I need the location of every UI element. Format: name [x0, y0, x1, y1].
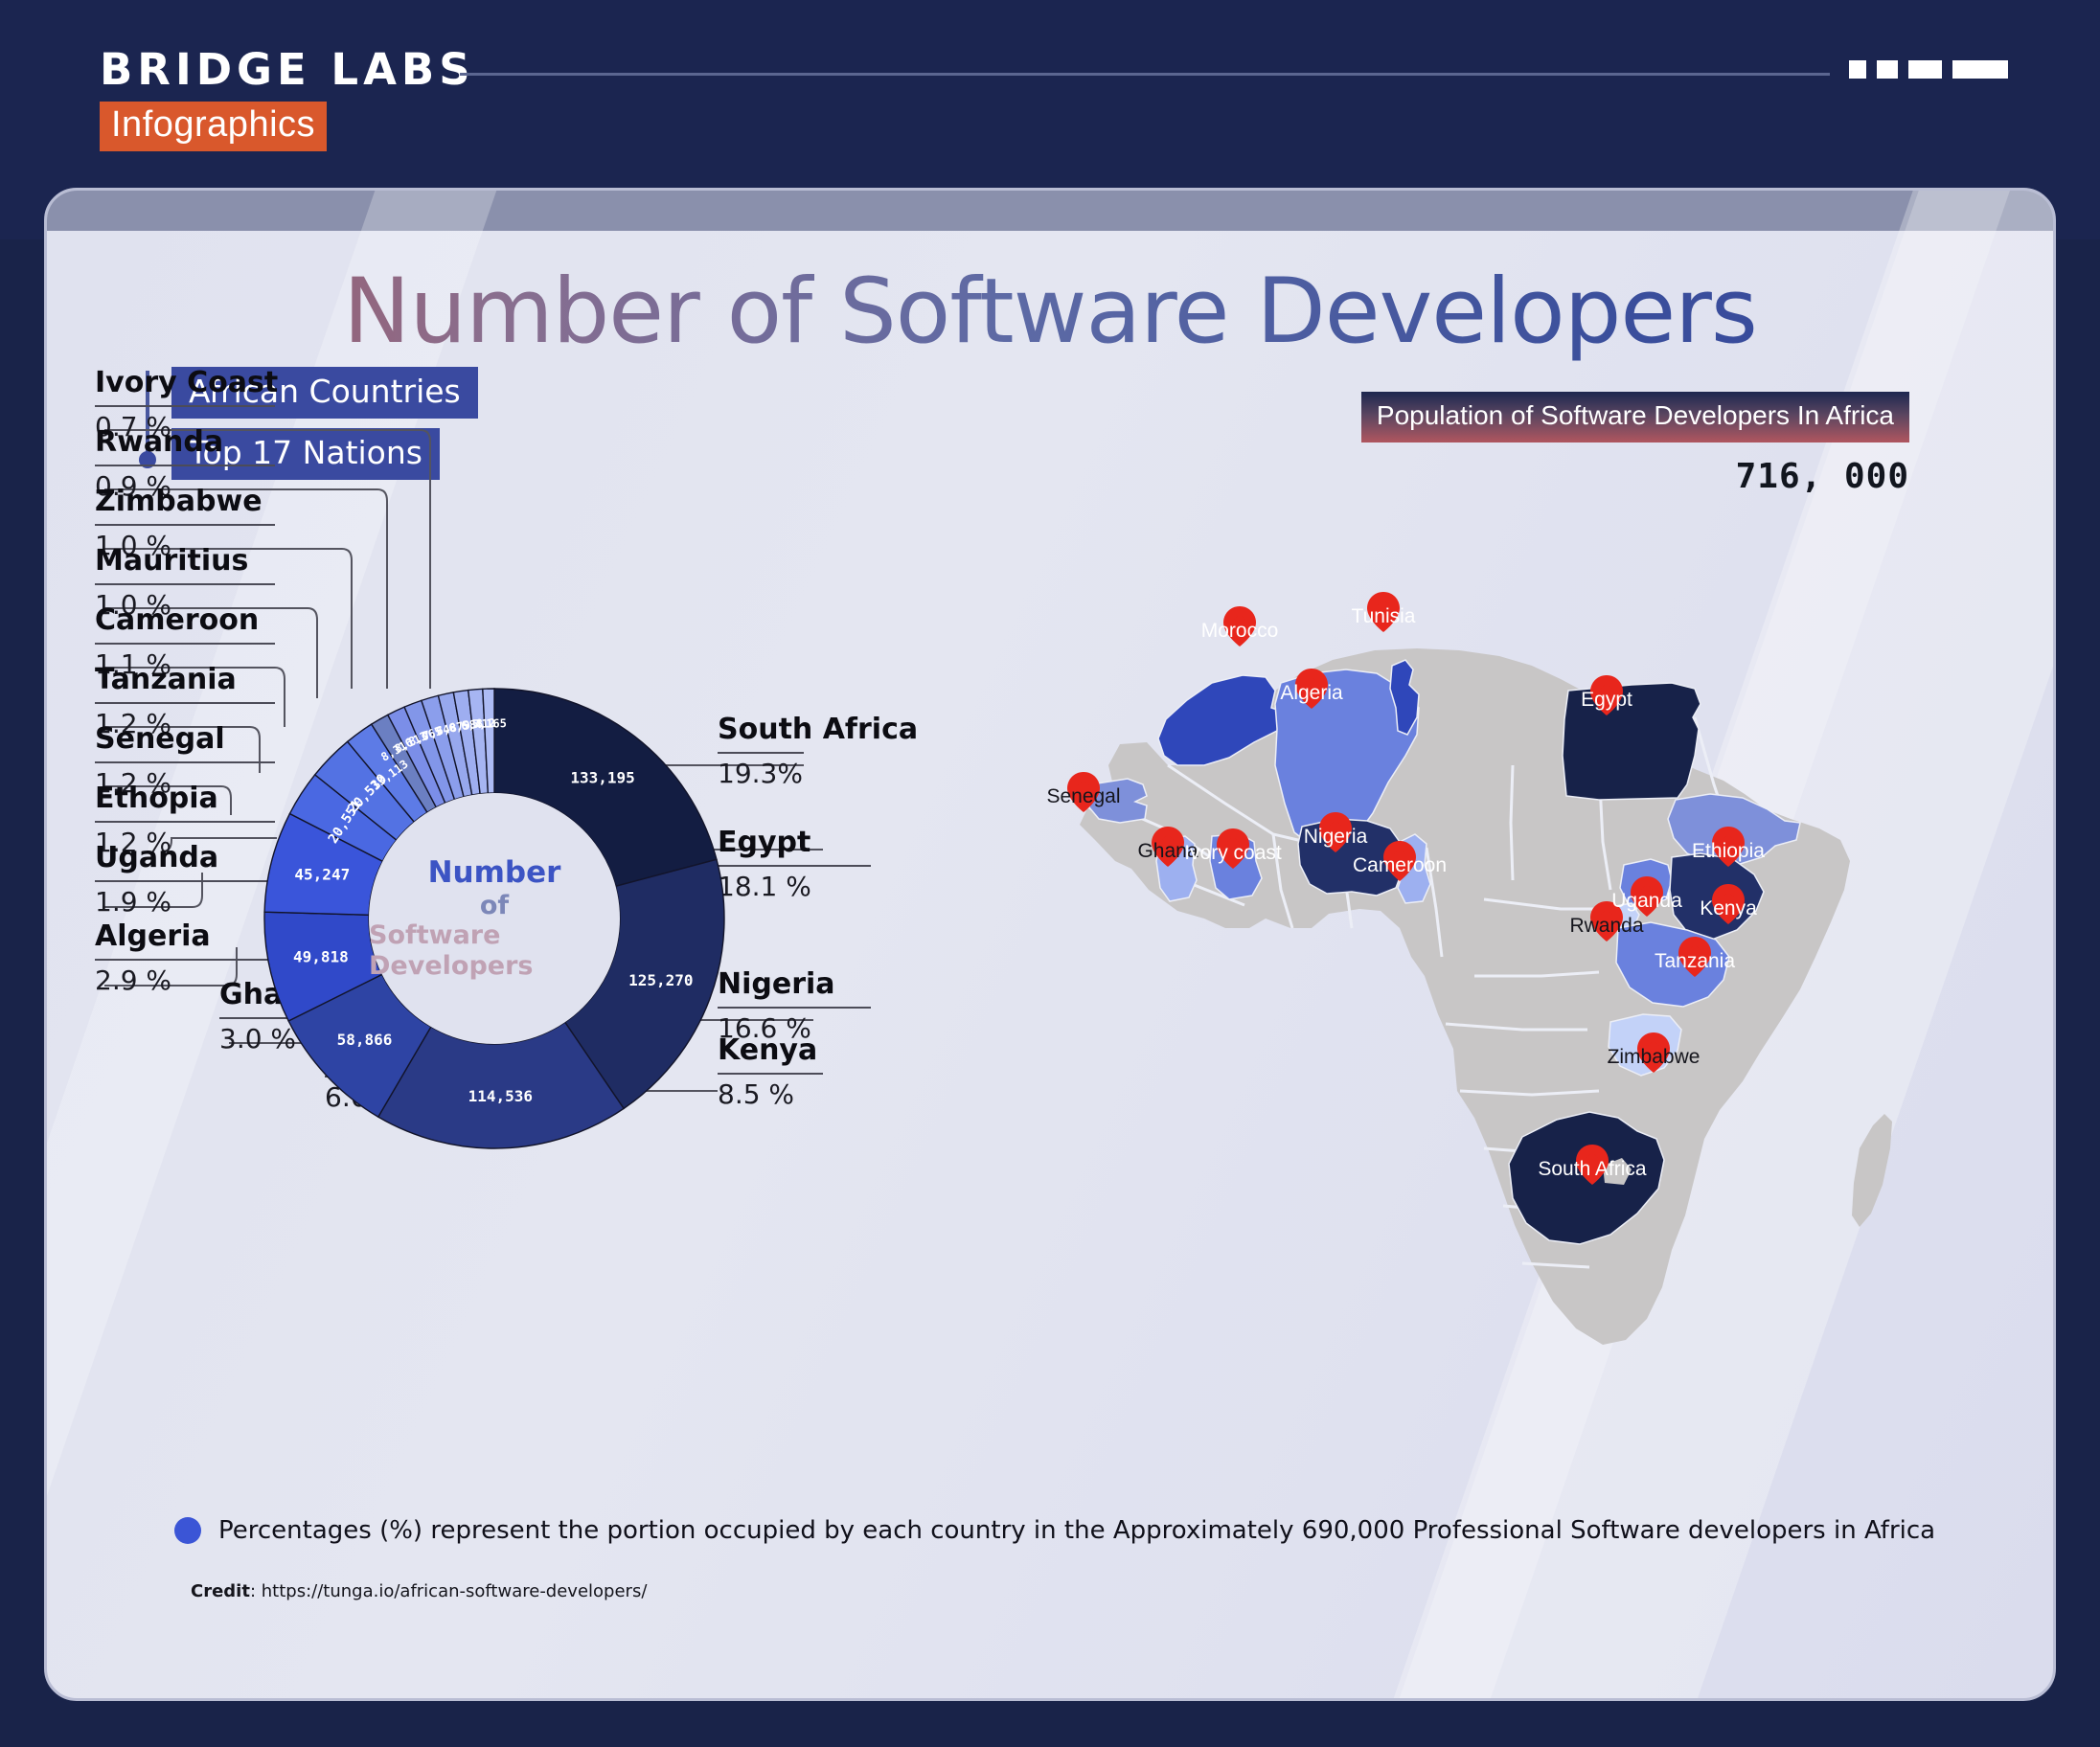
footnote: Percentages (%) represent the portion oc…: [174, 1516, 1935, 1545]
callout-rule: [718, 1007, 871, 1009]
dash-2: [1877, 60, 1898, 79]
map-label: Senegal: [1046, 785, 1120, 807]
donut-slice-value: 114,536: [468, 1087, 533, 1105]
donut-slice-value: 58,866: [337, 1031, 393, 1049]
header-dash-decoration: [1849, 60, 2008, 79]
map-label: Egypt: [1581, 689, 1632, 711]
dash-1: [1849, 60, 1866, 79]
map-label: Zimbabwe: [1608, 1046, 1701, 1068]
credit-url[interactable]: https://tunga.io/african-software-develo…: [262, 1581, 648, 1601]
callout-name: Rwanda: [95, 425, 224, 459]
callout-south-africa: South Africa 19.3%: [718, 713, 919, 789]
callout-name: Cameroon: [95, 603, 260, 637]
donut-center-line1: Number: [427, 855, 561, 891]
donut-slice-value: 133,195: [570, 768, 634, 786]
callout-uganda: Uganda 1.9 %: [95, 841, 275, 918]
callout-rule: [95, 405, 275, 407]
callout-rule: [95, 702, 275, 704]
map-madagascar: [1852, 1114, 1892, 1227]
callout-rule: [95, 643, 275, 645]
credit-colon: :: [249, 1581, 262, 1601]
callout-name: Ethopia: [95, 782, 218, 815]
callout-egypt: Egypt 18.1 %: [718, 826, 880, 902]
callout-rule: [95, 821, 275, 823]
callout-percent: 1.9 %: [95, 886, 172, 918]
callout-name: Nigeria: [718, 967, 835, 1001]
brand-sub-wrap: Infographics: [100, 102, 475, 151]
donut-slice-value: 49,818: [293, 947, 349, 965]
map-label: South Africa: [1538, 1158, 1647, 1180]
brand-logo: BRIDGE LABS Infographics: [100, 44, 475, 151]
callout-name: Algeria: [95, 919, 211, 953]
main-panel: Number of Software Developers African Co…: [44, 188, 2056, 1701]
map-label: Morocco: [1201, 620, 1279, 642]
map-label: Algeria: [1280, 682, 1343, 704]
callout-name: Tanzania: [95, 663, 237, 696]
callout-name: Egypt: [718, 826, 811, 859]
map-label: Tanzania: [1655, 950, 1735, 972]
credit-label: Credit: [191, 1581, 250, 1601]
dash-3: [1908, 60, 1942, 79]
map-label: Uganda: [1611, 890, 1682, 912]
callout-rule: [95, 959, 275, 961]
callout-percent: 19.3%: [718, 758, 803, 789]
map-label: Rwanda: [1569, 915, 1643, 937]
callout-name: Mauritius: [95, 544, 249, 578]
africa-map: Morocco Tunisia Algeria Egypt Senegal Ghana Iv…: [1024, 478, 2001, 1445]
callout-rule: [95, 524, 275, 526]
dash-4: [1952, 60, 2008, 79]
panel-top-strip: [47, 191, 2053, 231]
credit-line: Credit: https://tunga.io/african-softwar…: [191, 1581, 647, 1601]
bullet-icon: [174, 1517, 201, 1544]
footnote-text: Percentages (%) represent the portion oc…: [218, 1516, 1936, 1545]
map-label: Cameroon: [1353, 854, 1447, 876]
brand-sub: Infographics: [100, 102, 328, 151]
callout-rule: [718, 865, 871, 867]
callout-rule: [95, 761, 275, 763]
map-label: Kenya: [1700, 897, 1757, 919]
callout-name: Ivory Coast: [95, 366, 279, 399]
map-label: Nigeria: [1304, 826, 1368, 848]
callout-name: Senegal: [95, 722, 225, 756]
callout-rule: [95, 583, 275, 585]
donut-center-line3: Software Developers: [369, 920, 534, 981]
callout-name: Uganda: [95, 841, 219, 874]
donut-center-label: Number of Software Developers: [369, 793, 620, 1044]
donut-slice-value: 125,270: [628, 971, 693, 989]
callout-nigeria: Nigeria 16.6 %: [718, 967, 880, 1044]
callout-rule: [95, 880, 275, 882]
brand-name: BRIDGE LABS: [100, 44, 475, 95]
page-title: Number of Software Developers: [47, 260, 2053, 364]
donut-center-line2: of: [479, 891, 510, 920]
donut-chart: 133,195 125,270 114,536 58,866 49,818 45,247 2…: [250, 674, 739, 1163]
header-divider: [460, 73, 1830, 76]
donut-slice-value: 5,165: [472, 716, 507, 731]
population-badge-label: Population of Software Developers In Afr…: [1360, 392, 1909, 442]
map-label: Tunisia: [1352, 605, 1416, 627]
africa-map-svg: MoroccoTunisiaAlgeria EgyptSenegalGhanaIv…: [1046, 592, 1892, 1345]
map-label: Ethiopia: [1692, 840, 1765, 862]
map-label: Ivory coast: [1184, 842, 1282, 864]
callout-rule: [95, 465, 275, 466]
callout-name: South Africa: [718, 713, 919, 746]
callout-percent: 18.1 %: [718, 871, 811, 902]
donut-slice-value: 45,247: [294, 865, 350, 883]
callout-name: Zimbabwe: [95, 485, 262, 518]
